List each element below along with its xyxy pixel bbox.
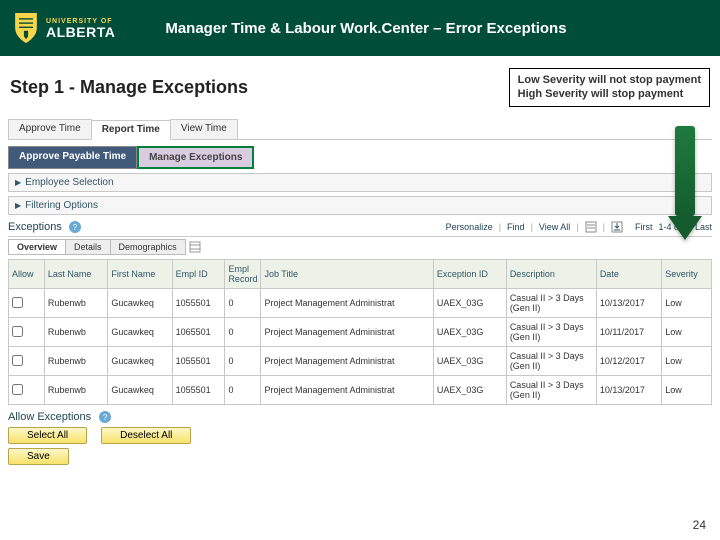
table-row: RubenwbGucawkeq10655010Project Managemen…: [9, 318, 712, 347]
primary-tabs: Approve Time Report Time View Time: [8, 119, 712, 140]
cell-date: 10/12/2017: [596, 347, 661, 376]
note-line-2: High Severity will stop payment: [518, 87, 701, 101]
cell-empl-record: 0: [225, 376, 261, 405]
step-title: Step 1 - Manage Exceptions: [10, 77, 485, 98]
col-job-title[interactable]: Job Title: [261, 260, 433, 289]
cell-last-name: Rubenwb: [44, 289, 108, 318]
inner-tab-demographics[interactable]: Demographics: [110, 239, 186, 255]
cell-empl-id: 1065501: [172, 318, 225, 347]
cell-exception-id: UAEX_03G: [433, 376, 506, 405]
select-all-button[interactable]: Select All: [8, 427, 87, 444]
help-icon[interactable]: ?: [99, 411, 111, 423]
section-label: Employee Selection: [25, 177, 113, 188]
col-last-name[interactable]: Last Name: [44, 260, 108, 289]
col-allow[interactable]: Allow: [9, 260, 45, 289]
cell-first-name: Gucawkeq: [108, 318, 172, 347]
cell-first-name: Gucawkeq: [108, 376, 172, 405]
tab-report-time[interactable]: Report Time: [91, 120, 171, 140]
cell-description: Casual II > 3 Days (Gen II): [506, 318, 596, 347]
cell-severity: Low: [662, 318, 712, 347]
table-header-row: Allow Last Name First Name Empl ID Empl …: [9, 260, 712, 289]
section-label: Filtering Options: [25, 200, 98, 211]
exceptions-title-text: Exceptions: [8, 221, 62, 233]
table-row: RubenwbGucawkeq10555010Project Managemen…: [9, 376, 712, 405]
allow-checkbox[interactable]: [12, 326, 23, 337]
cell-description: Casual II > 3 Days (Gen II): [506, 376, 596, 405]
cell-severity: Low: [662, 347, 712, 376]
col-severity[interactable]: Severity: [662, 260, 712, 289]
section-filtering-options[interactable]: ▶ Filtering Options: [8, 196, 712, 215]
cell-job-title: Project Management Administrat: [261, 347, 433, 376]
cell-empl-record: 0: [225, 289, 261, 318]
cell-severity: Low: [662, 376, 712, 405]
cell-description: Casual II > 3 Days (Gen II): [506, 347, 596, 376]
exceptions-table: Allow Last Name First Name Empl ID Empl …: [8, 259, 712, 405]
tab-view-time[interactable]: View Time: [170, 119, 238, 139]
col-empl-id[interactable]: Empl ID: [172, 260, 225, 289]
cell-empl-id: 1055501: [172, 289, 225, 318]
exceptions-title: Exceptions ?: [8, 221, 446, 234]
sub-tabs: Approve Payable Time Manage Exceptions: [8, 146, 712, 169]
allow-exceptions-text: Allow Exceptions: [8, 411, 91, 423]
cell-last-name: Rubenwb: [44, 376, 108, 405]
cell-empl-id: 1055501: [172, 376, 225, 405]
pager-first[interactable]: First: [635, 222, 653, 232]
allow-exceptions-title: Allow Exceptions ?: [8, 411, 712, 423]
personalize-link[interactable]: Personalize: [446, 222, 493, 232]
subtab-manage-exceptions[interactable]: Manage Exceptions: [137, 146, 254, 169]
deselect-all-button[interactable]: Deselect All: [101, 427, 191, 444]
view-all-link[interactable]: View All: [539, 222, 570, 232]
emphasis-arrow-icon: [668, 126, 702, 246]
cell-empl-id: 1055501: [172, 347, 225, 376]
section-employee-selection[interactable]: ▶ Employee Selection: [8, 173, 712, 192]
cell-severity: Low: [662, 289, 712, 318]
find-link[interactable]: Find: [507, 222, 525, 232]
cell-job-title: Project Management Administrat: [261, 289, 433, 318]
subtab-approve-payable[interactable]: Approve Payable Time: [8, 146, 137, 169]
logo-text-bottom: ALBERTA: [46, 25, 115, 39]
allow-checkbox[interactable]: [12, 355, 23, 366]
col-empl-record[interactable]: Empl Record: [225, 260, 261, 289]
top-banner: UNIVERSITY OF ALBERTA Manager Time & Lab…: [0, 0, 720, 56]
chevron-right-icon: ▶: [15, 178, 21, 187]
expand-icon[interactable]: [189, 241, 201, 253]
col-exception-id[interactable]: Exception ID: [433, 260, 506, 289]
table-row: RubenwbGucawkeq10555010Project Managemen…: [9, 289, 712, 318]
cell-job-title: Project Management Administrat: [261, 376, 433, 405]
cell-exception-id: UAEX_03G: [433, 347, 506, 376]
cell-exception-id: UAEX_03G: [433, 318, 506, 347]
save-button[interactable]: Save: [8, 448, 69, 465]
banner-title: Manager Time & Labour Work.Center – Erro…: [165, 20, 566, 37]
page-number: 24: [693, 518, 706, 532]
cell-date: 10/11/2017: [596, 318, 661, 347]
cell-exception-id: UAEX_03G: [433, 289, 506, 318]
inner-tab-overview[interactable]: Overview: [8, 239, 66, 255]
cell-date: 10/13/2017: [596, 376, 661, 405]
allow-checkbox[interactable]: [12, 297, 23, 308]
download-icon[interactable]: [611, 221, 623, 233]
cell-empl-record: 0: [225, 347, 261, 376]
chevron-right-icon: ▶: [15, 201, 21, 210]
col-date[interactable]: Date: [596, 260, 661, 289]
cell-date: 10/13/2017: [596, 289, 661, 318]
help-icon[interactable]: ?: [69, 221, 81, 233]
col-description[interactable]: Description: [506, 260, 596, 289]
cell-first-name: Gucawkeq: [108, 289, 172, 318]
zoom-icon[interactable]: [585, 221, 597, 233]
shield-icon: [12, 11, 40, 45]
cell-first-name: Gucawkeq: [108, 347, 172, 376]
severity-note: Low Severity will not stop payment High …: [509, 68, 710, 107]
university-logo: UNIVERSITY OF ALBERTA: [12, 11, 115, 45]
tab-approve-time[interactable]: Approve Time: [8, 119, 92, 139]
cell-job-title: Project Management Administrat: [261, 318, 433, 347]
col-first-name[interactable]: First Name: [108, 260, 172, 289]
allow-checkbox[interactable]: [12, 384, 23, 395]
cell-last-name: Rubenwb: [44, 347, 108, 376]
cell-empl-record: 0: [225, 318, 261, 347]
cell-last-name: Rubenwb: [44, 318, 108, 347]
note-line-1: Low Severity will not stop payment: [518, 73, 701, 87]
table-row: RubenwbGucawkeq10555010Project Managemen…: [9, 347, 712, 376]
cell-description: Casual II > 3 Days (Gen II): [506, 289, 596, 318]
inner-tab-details[interactable]: Details: [65, 239, 111, 255]
